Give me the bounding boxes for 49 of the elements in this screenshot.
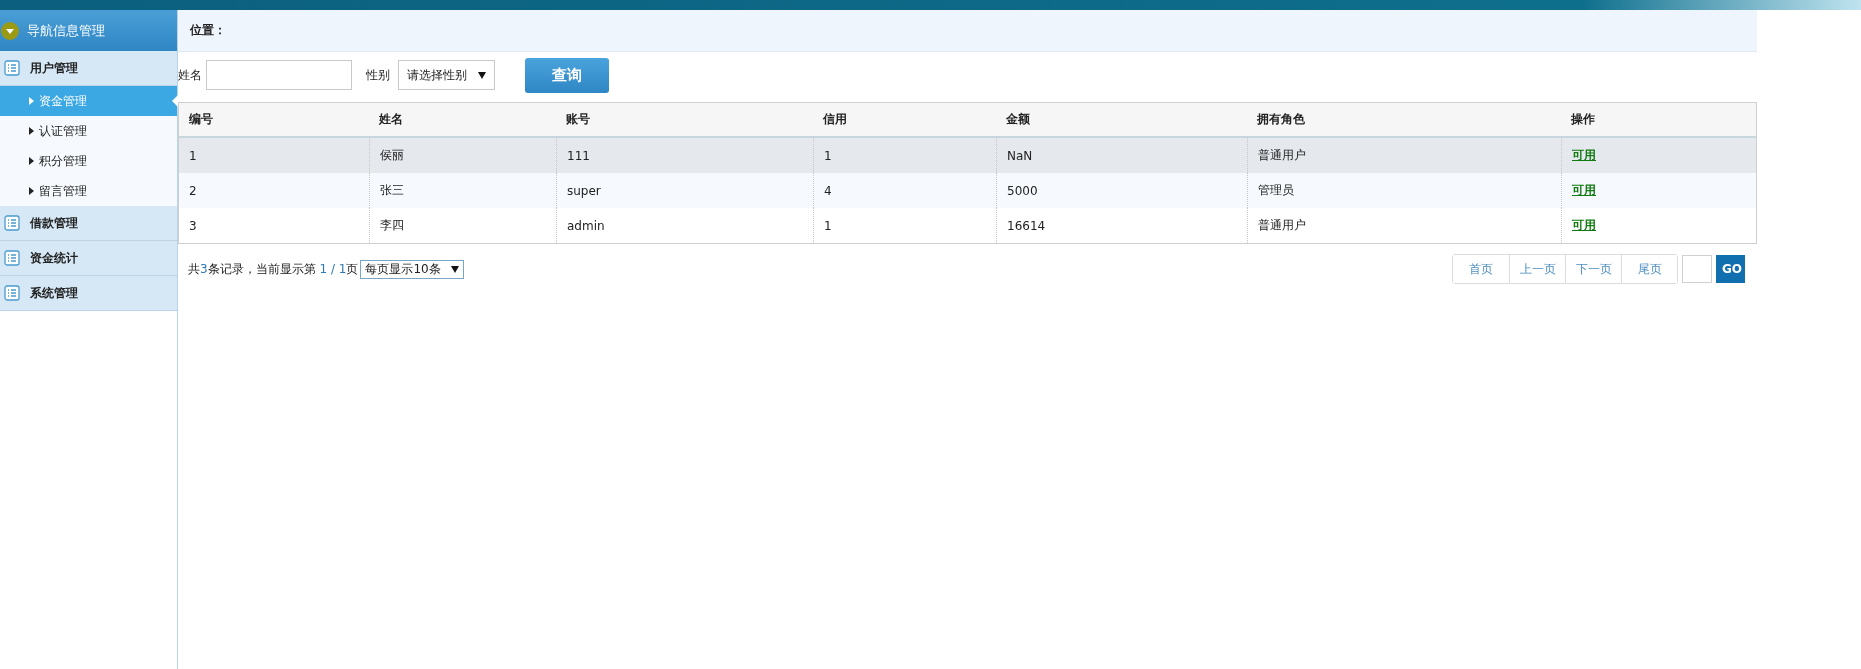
sidebar-item[interactable]: 留言管理 (0, 176, 177, 206)
sidebar-group[interactable]: 资金统计 (0, 241, 177, 276)
column-header: 姓名 (378, 111, 404, 128)
column-header: 操作 (1570, 111, 1596, 128)
column-header: 编号 (188, 111, 214, 128)
sidebar-group[interactable]: 借款管理 (0, 206, 177, 241)
table-cell: 1 (813, 208, 996, 243)
list-icon (4, 60, 20, 76)
breadcrumb-label: 位置： (190, 22, 226, 39)
name-label: 姓名 (178, 66, 202, 84)
page-size-select[interactable]: 每页显示10条 (360, 259, 464, 279)
list-icon (4, 250, 20, 266)
table-cell-text: 2 (188, 182, 198, 200)
column-header: 金额 (1005, 111, 1031, 128)
list-icon (4, 285, 20, 301)
table-cell-text: 3 (188, 217, 198, 235)
enable-link[interactable]: 可用 (1572, 147, 1596, 164)
caret-right-icon (29, 187, 34, 195)
table-cell: 普通用户 (1247, 208, 1561, 243)
sidebar-item[interactable]: 积分管理 (0, 146, 177, 176)
gender-label: 性别 (366, 66, 390, 84)
go-button[interactable]: GO (1716, 255, 1745, 283)
pager-button[interactable]: 尾页 (1621, 255, 1677, 283)
name-input-field[interactable] (206, 60, 352, 90)
table-cell: 16614 (996, 208, 1247, 243)
list-icon (4, 215, 20, 231)
caret-right-icon (29, 127, 34, 135)
enable-link[interactable]: 可用 (1572, 182, 1596, 199)
record-summary: 共3条记录，当前显示第 1 / 1页 (188, 260, 359, 278)
caret-down-icon (0, 20, 20, 41)
sidebar-item[interactable]: 认证管理 (0, 116, 177, 146)
enable-link[interactable]: 可用 (1572, 217, 1596, 234)
sidebar-title: 导航信息管理 (27, 21, 105, 40)
sidebar-group[interactable]: 系统管理 (0, 276, 177, 311)
caret-right-icon (29, 97, 34, 105)
caret-down-icon (450, 265, 459, 273)
table-cell: 李四 (369, 208, 556, 243)
column-header: 信用 (821, 111, 848, 128)
table-cell: admin (556, 208, 813, 243)
table-cell-text: 1 (188, 147, 198, 165)
sidebar-group[interactable]: 用户管理 (0, 51, 177, 86)
column-header: 拥有角色 (1256, 111, 1306, 128)
table-row[interactable]: 2 张三 super 4 5000 管理员 可用 (179, 173, 1756, 208)
column-header: 账号 (565, 111, 591, 128)
page-number-field[interactable] (1682, 255, 1712, 283)
caret-right-icon (29, 157, 34, 165)
caret-down-icon (478, 71, 486, 79)
gender-select[interactable]: 请选择性别 (398, 60, 495, 90)
table-row[interactable]: 1 侯丽 111 1 NaN 普通用户 可用 (179, 138, 1756, 173)
